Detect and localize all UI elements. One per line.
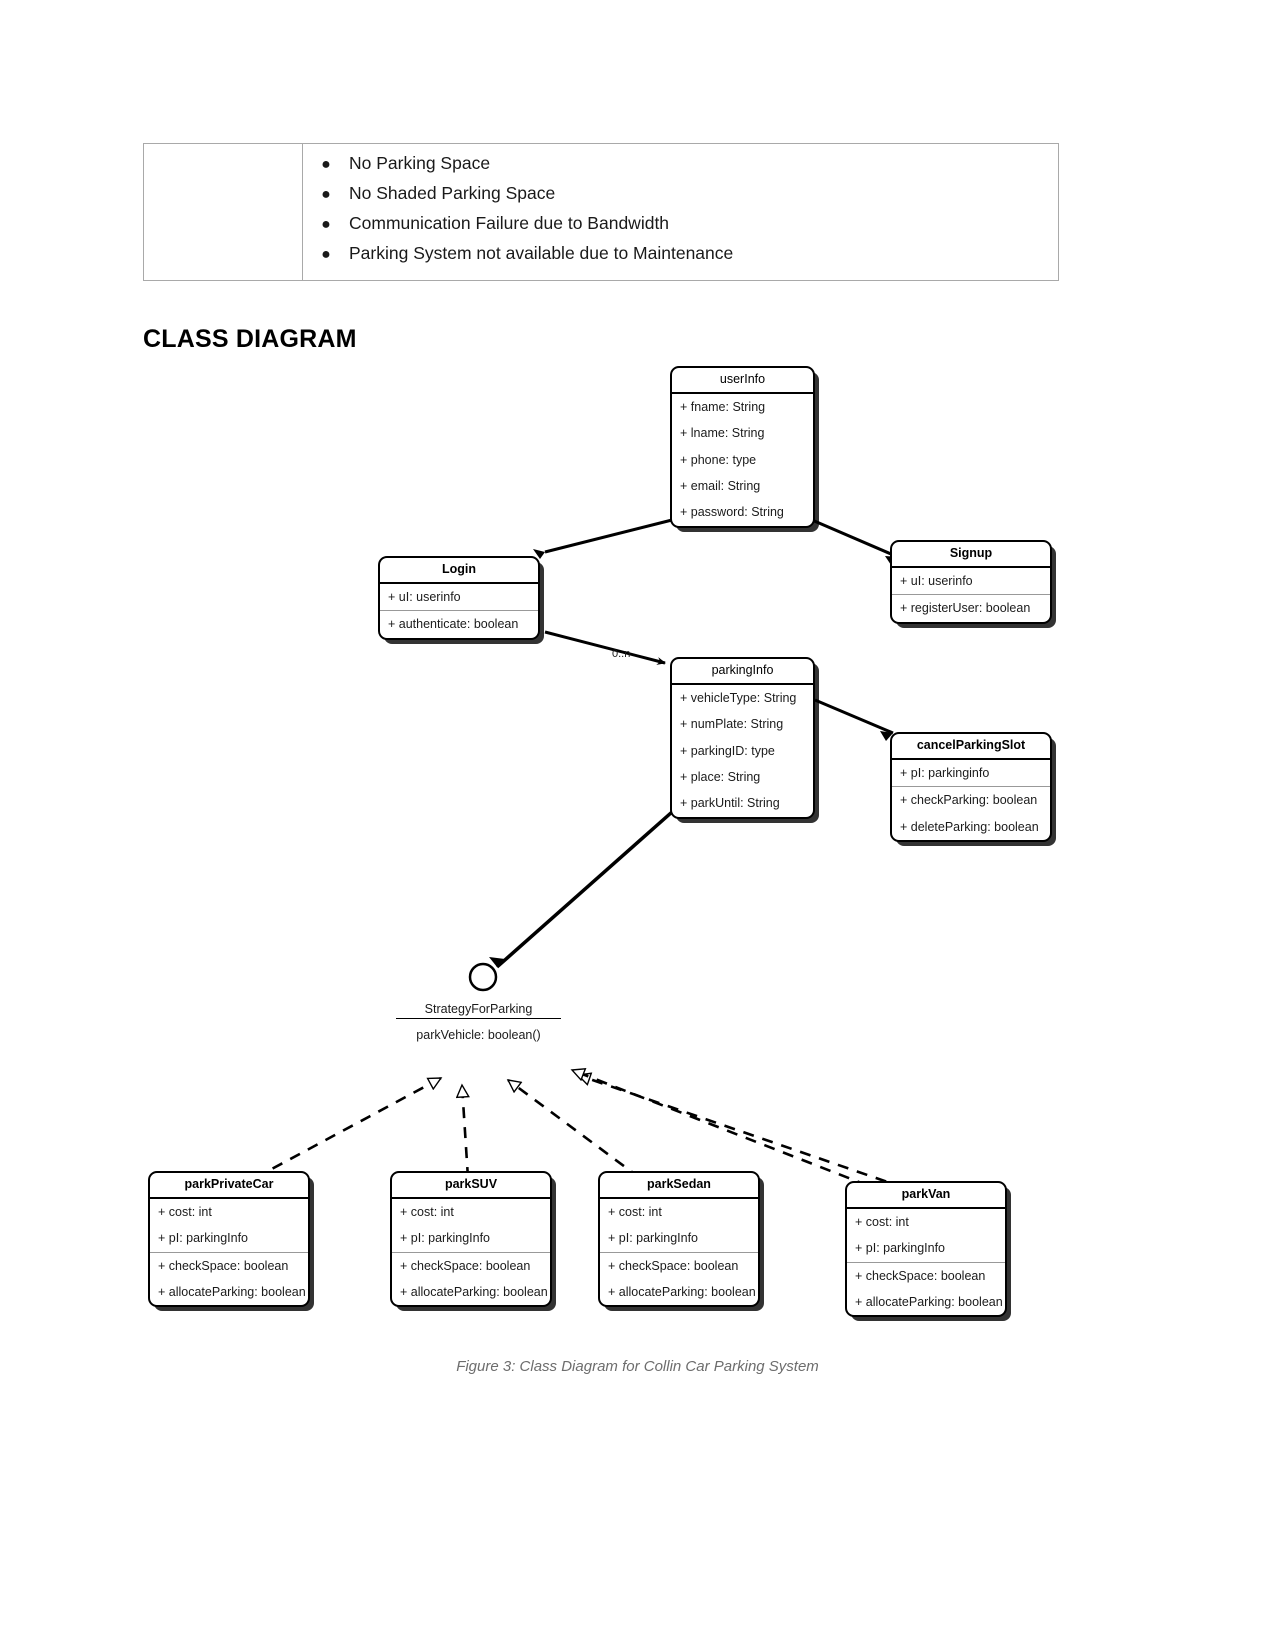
class-methods: + checkSpace: boolean + allocateParking:… [150, 1253, 308, 1306]
issues-table: ● No Parking Space ● No Shaded Parking S… [143, 143, 1059, 281]
class-attribute: + uI: userinfo [388, 589, 461, 604]
class-name: userInfo [672, 368, 813, 394]
class-attributes: + pI: parkinginfo [892, 760, 1050, 788]
interface-operation: parkVehicle: boolean() [416, 1028, 541, 1042]
class-attribute: + lname: String [680, 426, 765, 441]
class-box-parkprivatecar[interactable]: parkPrivateCar + cost: int + pI: parking… [148, 1171, 310, 1308]
class-method: + checkParking: boolean [900, 793, 1038, 808]
class-box-signup[interactable]: Signup + uI: userinfo + registerUser: bo… [890, 540, 1052, 624]
class-attributes: + cost: int + pI: parkingInfo [150, 1199, 308, 1253]
class-attributes: + uI: userinfo [380, 584, 538, 612]
class-attribute: + numPlate: String [680, 717, 784, 732]
class-attribute: + cost: int [400, 1204, 454, 1219]
class-attribute: + cost: int [608, 1204, 662, 1219]
class-attribute: + pI: parkingInfo [608, 1231, 698, 1246]
class-attributes: + cost: int + pI: parkingInfo [600, 1199, 758, 1253]
class-attributes: + cost: int + pI: parkingInfo [392, 1199, 550, 1253]
class-attributes: + vehicleType: String + numPlate: String… [672, 685, 813, 817]
list-item-text: No Parking Space [349, 153, 491, 173]
list-item: ● Parking System not available due to Ma… [303, 243, 1058, 273]
class-attribute: + vehicleType: String [680, 690, 797, 705]
class-name: parkSUV [392, 1173, 550, 1199]
class-method: + allocateParking: boolean [608, 1284, 756, 1299]
class-name: parkSedan [600, 1173, 758, 1199]
class-method: + checkSpace: boolean [855, 1268, 986, 1283]
figure-caption: Figure 3: Class Diagram for Collin Car P… [456, 1358, 819, 1375]
class-attribute: + fname: String [680, 399, 766, 414]
class-attribute: + place: String [680, 769, 761, 784]
issues-table-label-cell [144, 144, 303, 280]
class-method: + allocateParking: boolean [855, 1294, 1003, 1309]
class-attribute: + cost: int [855, 1214, 909, 1229]
list-item: ● Communication Failure due to Bandwidth [303, 213, 1058, 243]
list-item: ● No Shaded Parking Space [303, 183, 1058, 213]
class-method: + allocateParking: boolean [400, 1284, 548, 1299]
class-box-parksedan[interactable]: parkSedan + cost: int + pI: parkingInfo … [598, 1171, 760, 1308]
interface-label-strategyforparking: StrategyForParking parkVehicle: boolean(… [396, 1002, 561, 1042]
list-item-text: No Shaded Parking Space [349, 183, 556, 203]
class-method: + checkSpace: boolean [400, 1258, 531, 1273]
class-method: + checkSpace: boolean [608, 1258, 739, 1273]
class-method: + authenticate: boolean [388, 617, 519, 632]
class-method: + allocateParking: boolean [158, 1284, 306, 1299]
class-attribute: + pI: parkingInfo [158, 1231, 248, 1246]
class-attribute: + password: String [680, 505, 784, 520]
class-box-cancelparkingslot[interactable]: cancelParkingSlot + pI: parkinginfo + ch… [890, 732, 1052, 842]
multiplicity-label: 0..n [612, 648, 631, 660]
interface-name: StrategyForParking [396, 1002, 561, 1019]
class-method: + deleteParking: boolean [900, 819, 1039, 834]
class-box-parkinginfo[interactable]: parkingInfo + vehicleType: String + numP… [670, 657, 815, 819]
bullet-icon: ● [321, 216, 331, 233]
class-name: Login [380, 558, 538, 584]
class-attribute: + cost: int [158, 1204, 212, 1219]
class-methods: + authenticate: boolean [380, 611, 538, 637]
issues-table-list-cell: ● No Parking Space ● No Shaded Parking S… [303, 144, 1058, 280]
class-name: Signup [892, 542, 1050, 568]
class-methods: + checkSpace: boolean + allocateParking:… [600, 1253, 758, 1306]
list-item: ● No Parking Space [303, 153, 1058, 183]
class-methods: + checkSpace: boolean + allocateParking:… [392, 1253, 550, 1306]
list-item-text: Communication Failure due to Bandwidth [349, 213, 670, 233]
class-methods: + checkSpace: boolean + allocateParking:… [847, 1263, 1005, 1316]
class-attribute: + pI: parkinginfo [900, 765, 990, 780]
bullet-icon: ● [321, 156, 331, 173]
bullet-icon: ● [321, 246, 331, 263]
bullet-icon: ● [321, 186, 331, 203]
class-box-login[interactable]: Login + uI: userinfo + authenticate: boo… [378, 556, 540, 640]
page-title: CLASS DIAGRAM [143, 325, 357, 353]
class-name: cancelParkingSlot [892, 734, 1050, 760]
class-box-parksuv[interactable]: parkSUV + cost: int + pI: parkingInfo + … [390, 1171, 552, 1308]
class-methods: + checkParking: boolean + deleteParking:… [892, 787, 1050, 840]
class-attributes: + uI: userinfo [892, 568, 1050, 596]
class-attribute: + parkUntil: String [680, 796, 780, 811]
class-attribute: + pI: parkingInfo [400, 1231, 490, 1246]
class-box-userinfo[interactable]: userInfo + fname: String + lname: String… [670, 366, 815, 528]
class-attribute: + pI: parkingInfo [855, 1241, 945, 1256]
class-attribute: + uI: userinfo [900, 573, 973, 588]
class-box-parkvan[interactable]: parkVan + cost: int + pI: parkingInfo + … [845, 1181, 1007, 1318]
class-attribute: + parkingID: type [680, 743, 775, 758]
class-method: + checkSpace: boolean [158, 1258, 289, 1273]
class-method: + registerUser: boolean [900, 601, 1031, 616]
class-name: parkVan [847, 1183, 1005, 1209]
class-name: parkPrivateCar [150, 1173, 308, 1199]
class-methods: + registerUser: boolean [892, 595, 1050, 621]
class-attribute: + phone: type [680, 452, 757, 467]
class-name: parkingInfo [672, 659, 813, 685]
class-attributes: + cost: int + pI: parkingInfo [847, 1209, 1005, 1263]
list-item-text: Parking System not available due to Main… [349, 243, 734, 263]
class-attributes: + fname: String + lname: String + phone:… [672, 394, 813, 526]
class-attribute: + email: String [680, 478, 761, 493]
